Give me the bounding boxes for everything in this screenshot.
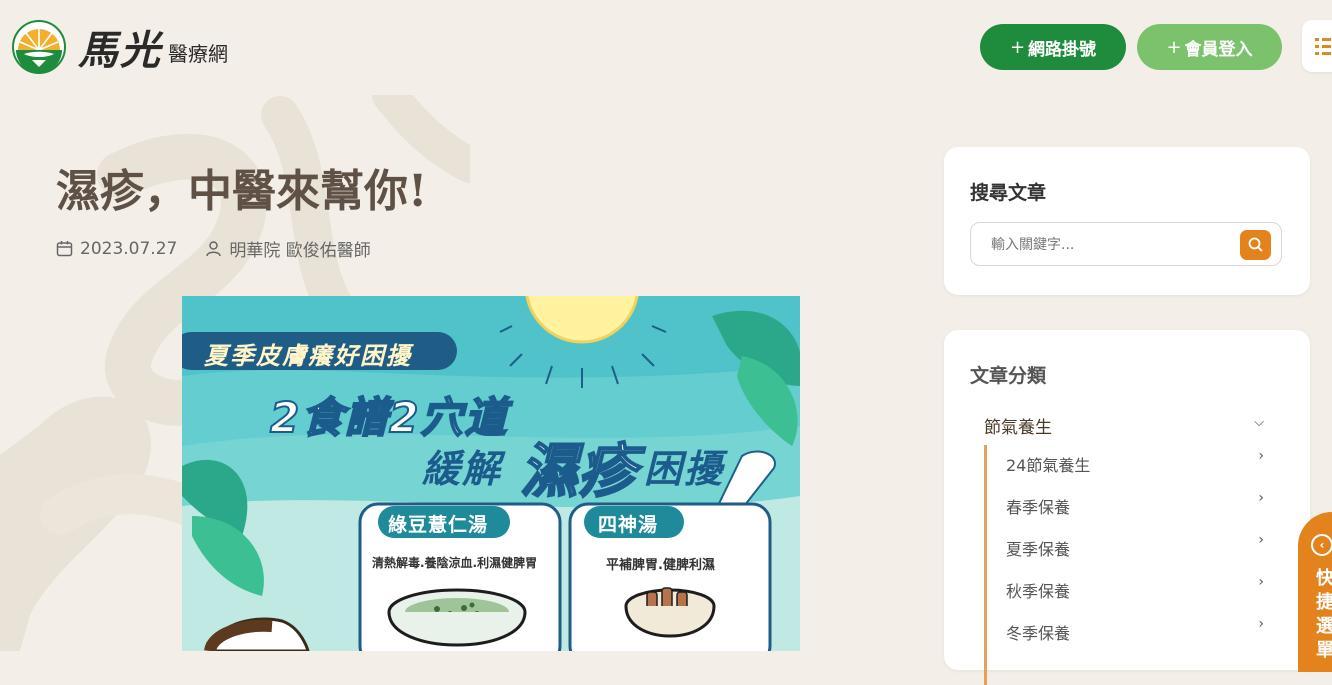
chevron-right-icon: › xyxy=(1258,490,1264,506)
poster-recipe-title: 綠豆薏仁湯 xyxy=(388,514,489,536)
category-item[interactable]: 冬季保養 › xyxy=(1006,616,1264,662)
article-author[interactable]: 明華院 歐俊佑醫師 xyxy=(205,236,371,261)
category-item[interactable]: 春季保養 › xyxy=(1006,490,1264,536)
category-item-label: 24節氣養生 xyxy=(1006,456,1091,475)
site-header: 馬光 醫療網 + 網路掛號 + 會員登入 xyxy=(0,0,1332,95)
category-item[interactable]: 秋季保養 › xyxy=(1006,574,1264,620)
arrow-left-circle-icon: ‹ xyxy=(1311,534,1332,556)
online-registration-label: 網路掛號 xyxy=(1028,39,1097,60)
plus-icon: + xyxy=(1166,36,1182,58)
search-button[interactable] xyxy=(1240,230,1271,260)
list-icon xyxy=(1315,38,1331,59)
category-item-label: 秋季保養 xyxy=(1006,582,1071,601)
category-item-label: 春季保養 xyxy=(1006,498,1071,517)
logo-brand-text: 馬光 xyxy=(78,27,162,74)
article-meta: 2023.07.27 明華院 歐俊佑醫師 xyxy=(56,236,371,261)
category-item-label: 夏季保養 xyxy=(1006,540,1071,559)
search-widget: 搜尋文章 xyxy=(944,147,1310,295)
poster-headline: 2食譜2穴道 xyxy=(269,392,509,443)
article-featured-image: 夏季皮膚癢好困擾 2食譜2穴道 緩解 濕疹 困擾 綠豆薏仁湯 四神湯 清熱解毒.… xyxy=(182,296,800,651)
quick-menu-label: 快捷選單 xyxy=(1316,568,1332,661)
chevron-down-icon: ⌵ xyxy=(1254,415,1264,430)
category-item[interactable]: 夏季保養 › xyxy=(1006,532,1264,578)
poster-subheadline-emphasis: 濕疹 xyxy=(519,436,637,506)
poster-subheadline-part: 緩解 xyxy=(422,447,503,491)
site-logo[interactable]: 馬光 醫療網 xyxy=(12,18,228,76)
member-login-label: 會員登入 xyxy=(1184,39,1253,60)
article-title: 濕疹，中醫來幫你! xyxy=(56,166,428,217)
category-parent-label: 節氣養生 xyxy=(984,418,1052,438)
member-login-button[interactable]: + 會員登入 xyxy=(1137,24,1282,70)
category-widget: 文章分類 節氣養生 ⌵ 24節氣養生 › 春季保養 › 夏季保養 › 秋季保養 › 冬季… xyxy=(944,330,1310,685)
logo-subtitle: 醫療網 xyxy=(168,41,228,66)
user-icon xyxy=(206,241,222,257)
search-widget-title: 搜尋文章 xyxy=(970,182,1047,204)
search-input[interactable] xyxy=(989,223,1233,267)
article-author-name: 明華院 歐俊佑醫師 xyxy=(229,241,371,261)
category-list: 24節氣養生 › 春季保養 › 夏季保養 › 秋季保養 › 冬季保養 › xyxy=(1006,448,1264,662)
chevron-right-icon: › xyxy=(1258,448,1264,464)
search-box xyxy=(970,222,1282,267)
poster-recipe-description: 平補脾胃.健脾利濕 xyxy=(606,558,715,573)
category-parent-item[interactable]: 節氣養生 ⌵ xyxy=(984,413,1264,438)
poster-recipe-title: 四神湯 xyxy=(598,514,659,536)
chevron-right-icon: › xyxy=(1258,532,1264,548)
chevron-right-icon: › xyxy=(1258,616,1264,632)
poster-subheadline-part: 困擾 xyxy=(644,447,725,491)
chevron-right-icon: › xyxy=(1258,574,1264,590)
calendar-icon xyxy=(56,241,73,257)
poster-tagline: 夏季皮膚癢好困擾 xyxy=(204,342,412,370)
category-widget-title: 文章分類 xyxy=(970,365,1047,387)
poster-recipe-description: 清熱解毒.養陰涼血.利濕健脾胃 xyxy=(372,556,538,570)
menu-button[interactable] xyxy=(1302,20,1332,72)
plus-icon: + xyxy=(1009,36,1026,58)
category-item-label: 冬季保養 xyxy=(1006,624,1071,643)
search-icon xyxy=(1248,237,1263,252)
category-indent-line xyxy=(984,445,987,685)
category-item[interactable]: 24節氣養生 › xyxy=(1006,448,1264,494)
logo-emblem-icon xyxy=(12,20,66,74)
quick-menu-tab[interactable]: ‹ 快捷選單 xyxy=(1298,512,1332,672)
online-registration-button[interactable]: + 網路掛號 xyxy=(980,24,1126,70)
article-date: 2023.07.27 xyxy=(80,238,178,259)
